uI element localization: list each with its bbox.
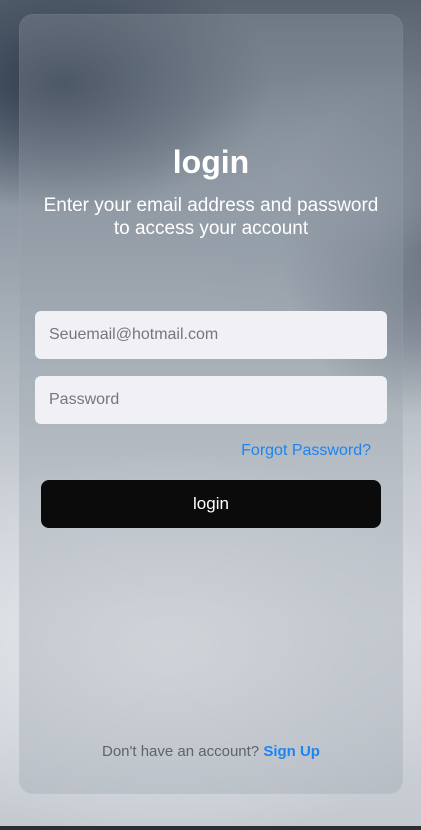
forgot-password-link[interactable]: Forgot Password? [241, 441, 371, 461]
signup-link[interactable]: Sign Up [263, 743, 320, 760]
email-field[interactable] [35, 311, 387, 359]
login-button[interactable]: login [41, 480, 381, 528]
page-subtitle: Enter your email address and password to… [43, 195, 379, 239]
bottom-bar [0, 826, 421, 830]
signup-prompt: Don't have an account? [102, 743, 264, 760]
password-field[interactable] [35, 376, 387, 424]
page-title: login [172, 144, 250, 180]
login-screen: login Enter your email address and passw… [0, 0, 421, 830]
signup-row: Don't have an account? Sign Up [19, 742, 403, 762]
login-card: login Enter your email address and passw… [19, 14, 403, 794]
